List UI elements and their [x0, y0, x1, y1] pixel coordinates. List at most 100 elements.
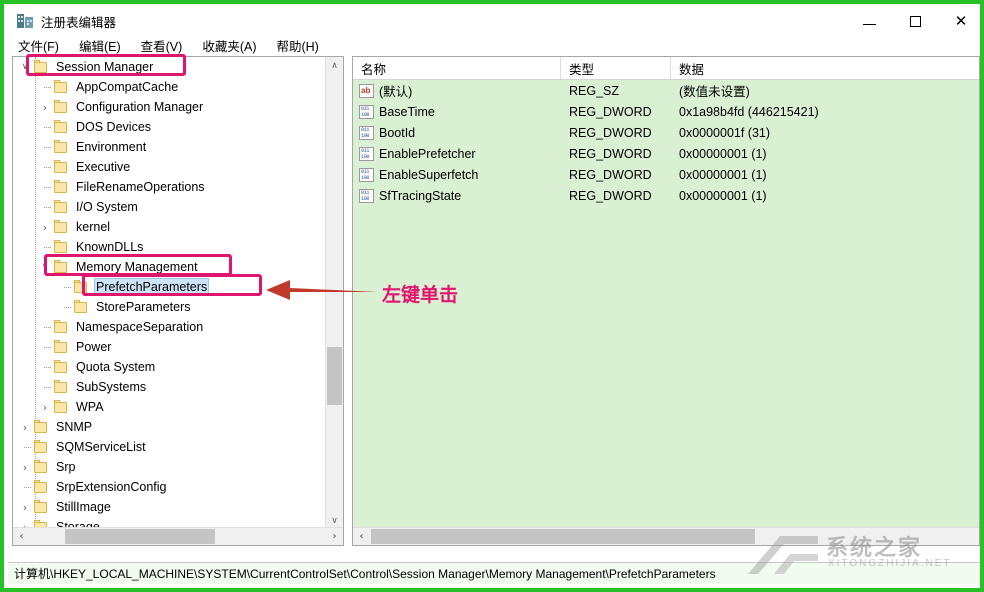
tree-connector: [17, 437, 33, 457]
scroll-up-icon[interactable]: ∧: [326, 57, 343, 74]
tree-item[interactable]: AppCompatCache: [13, 77, 325, 97]
tree-connector: [57, 277, 73, 297]
tree-connector: [37, 377, 53, 397]
value-row[interactable]: (默认) REG_SZ (数值未设置): [353, 80, 979, 101]
value-row[interactable]: SfTracingState REG_DWORD 0x00000001 (1): [353, 185, 979, 206]
column-header-name[interactable]: 名称: [353, 57, 561, 79]
value-row[interactable]: EnableSuperfetch REG_DWORD 0x00000001 (1): [353, 164, 979, 185]
value-data: 0x1a98b4fd (446215421): [679, 104, 819, 119]
folder-icon: [53, 80, 69, 94]
list-header: 名称 类型 数据: [353, 57, 979, 80]
tree-item[interactable]: › Srp: [13, 457, 325, 477]
chevron-right-icon[interactable]: ›: [17, 417, 33, 437]
tree-connector: [37, 137, 53, 157]
chevron-down-icon[interactable]: ∨: [37, 257, 53, 277]
tree-horizontal-scrollbar[interactable]: ‹ ›: [13, 527, 343, 545]
value-data: 0x00000001 (1): [679, 146, 767, 161]
value-type: REG_DWORD: [569, 167, 652, 182]
tree-vscroll-thumb[interactable]: [327, 347, 342, 405]
maximize-button[interactable]: [892, 8, 938, 34]
value-name: SfTracingState: [379, 188, 462, 203]
tree-item[interactable]: › WPA: [13, 397, 325, 417]
scroll-right-icon[interactable]: ›: [326, 528, 343, 545]
value-row[interactable]: BootId REG_DWORD 0x0000001f (31): [353, 122, 979, 143]
dword-value-icon: [359, 167, 374, 182]
close-button[interactable]: ✕: [938, 8, 980, 34]
folder-icon: [53, 380, 69, 394]
menu-file[interactable]: 文件(F): [18, 36, 59, 55]
chevron-right-icon[interactable]: ›: [37, 97, 53, 117]
tree-item-label: KnownDLLs: [76, 240, 144, 254]
tree-hscroll-thumb[interactable]: [65, 529, 215, 544]
menu-edit[interactable]: 编辑(E): [79, 36, 121, 55]
menu-help[interactable]: 帮助(H): [276, 36, 318, 55]
column-header-type[interactable]: 类型: [561, 57, 671, 79]
tree-item[interactable]: SQMServiceList: [13, 437, 325, 457]
annotation-click-label: 左键单击: [382, 284, 459, 306]
tree-connector: [37, 197, 53, 217]
value-name-cell: EnableSuperfetch: [353, 167, 561, 182]
chevron-right-icon[interactable]: ›: [17, 457, 33, 477]
tree-item-label: Power: [76, 340, 112, 354]
window-controls: ✕: [846, 8, 980, 34]
tree-connector: [37, 317, 53, 337]
chevron-down-icon[interactable]: ∨: [17, 57, 33, 77]
value-name: EnableSuperfetch: [379, 167, 479, 182]
value-data: 0x00000001 (1): [679, 167, 767, 182]
tree-item[interactable]: Power: [13, 337, 325, 357]
value-name-cell: SfTracingState: [353, 188, 561, 203]
menu-favorites[interactable]: 收藏夹(A): [202, 36, 256, 55]
tree-item-label: Executive: [76, 160, 131, 174]
tree-item[interactable]: DOS Devices: [13, 117, 325, 137]
value-name: EnablePrefetcher: [379, 146, 476, 161]
tree-item-label: PrefetchParameters: [94, 278, 210, 296]
chevron-right-icon[interactable]: ›: [17, 497, 33, 517]
tree-item[interactable]: Quota System: [13, 357, 325, 377]
tree-item[interactable]: SubSystems: [13, 377, 325, 397]
tree-rows-container: ∨ Session Manager AppCompatCache › Configura…: [13, 57, 325, 529]
minimize-button[interactable]: [846, 8, 892, 34]
tree-item[interactable]: ∨ Session Manager: [13, 57, 325, 77]
list-hscroll-thumb[interactable]: [371, 529, 755, 544]
value-type: REG_SZ: [569, 83, 620, 98]
folder-icon: [33, 460, 49, 474]
folder-icon: [53, 260, 69, 274]
list-horizontal-scrollbar[interactable]: ‹: [353, 527, 979, 545]
tree-item[interactable]: SrpExtensionConfig: [13, 477, 325, 497]
tree-connector: [37, 337, 53, 357]
tree-item[interactable]: FileRenameOperations: [13, 177, 325, 197]
tree-item[interactable]: KnownDLLs: [13, 237, 325, 257]
tree-item-label: SNMP: [56, 420, 93, 434]
tree-item[interactable]: StoreParameters: [13, 297, 325, 317]
dword-value-icon: [359, 125, 374, 140]
folder-icon: [33, 480, 49, 494]
tree-item[interactable]: › StillImage: [13, 497, 325, 517]
tree-item[interactable]: NamespaceSeparation: [13, 317, 325, 337]
tree-item-label: StoreParameters: [96, 300, 191, 314]
registry-tree[interactable]: ∨ Session Manager AppCompatCache › Configura…: [13, 57, 325, 529]
tree-item[interactable]: › Configuration Manager: [13, 97, 325, 117]
value-row[interactable]: EnablePrefetcher REG_DWORD 0x00000001 (1): [353, 143, 979, 164]
value-row[interactable]: BaseTime REG_DWORD 0x1a98b4fd (446215421): [353, 101, 979, 122]
tree-item[interactable]: Executive: [13, 157, 325, 177]
tree-connector: [37, 357, 53, 377]
column-header-data[interactable]: 数据: [671, 57, 979, 79]
list-scroll-left-icon[interactable]: ‹: [353, 528, 370, 545]
folder-icon: [53, 240, 69, 254]
scroll-left-icon[interactable]: ‹: [13, 528, 30, 545]
tree-item[interactable]: ∨ Memory Management: [13, 257, 325, 277]
chevron-right-icon[interactable]: ›: [37, 397, 53, 417]
tree-item[interactable]: › SNMP: [13, 417, 325, 437]
value-name: (默认): [379, 85, 413, 99]
menu-view[interactable]: 查看(V): [141, 36, 183, 55]
tree-item[interactable]: PrefetchParameters: [13, 277, 325, 297]
tree-item[interactable]: I/O System: [13, 197, 325, 217]
chevron-right-icon[interactable]: ›: [37, 217, 53, 237]
tree-vertical-scrollbar[interactable]: ∧ ∨: [325, 57, 343, 529]
tree-item-label: NamespaceSeparation: [76, 320, 204, 334]
folder-icon: [53, 180, 69, 194]
tree-item[interactable]: Environment: [13, 137, 325, 157]
value-name-cell: BootId: [353, 125, 561, 140]
folder-icon: [33, 500, 49, 514]
tree-item[interactable]: › kernel: [13, 217, 325, 237]
